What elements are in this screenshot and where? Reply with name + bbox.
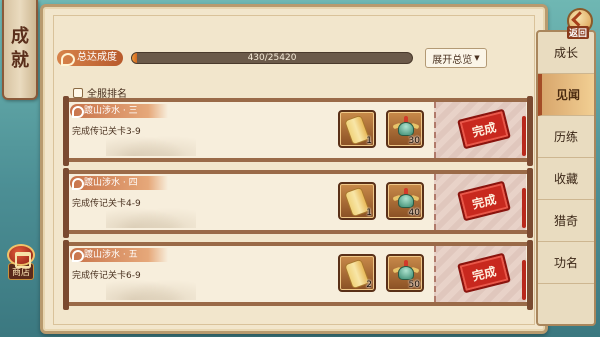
progress-text: 430/25420	[247, 53, 297, 63]
achievement-row: 踱山涉水 · 三 完成传记关卡3-9 1 30 完成	[63, 96, 533, 166]
reward-item-scroll[interactable]: 2	[338, 254, 376, 292]
progress-label: 总达成度	[57, 50, 123, 66]
completion-zone: 完成	[434, 246, 526, 302]
mountain-decoration	[106, 132, 196, 156]
mountain-decoration	[106, 276, 196, 300]
nav-tab-training[interactable]: 历练	[538, 116, 594, 158]
reward-item-helmet[interactable]: 50	[386, 254, 424, 292]
progress-row: 总达成度 430/25420 展开总览 ▼	[57, 45, 527, 71]
completed-stamp: 完成	[457, 252, 511, 294]
nav-tab-merit[interactable]: 功名	[538, 242, 594, 284]
row-title: 踱山涉水 · 三	[70, 104, 168, 118]
row-title: 踱山涉水 · 四	[70, 176, 168, 190]
category-nav: 成长 见闻 历练 收藏 猎奇 功名	[536, 30, 596, 326]
tassel-decoration	[522, 260, 526, 300]
reward-count: 50	[408, 280, 420, 290]
achievement-row: 踱山涉水 · 五 完成传记关卡6-9 2 50 完成	[63, 240, 533, 310]
reward-item-helmet[interactable]: 40	[386, 182, 424, 220]
shop-icon	[7, 244, 35, 268]
reward-item-helmet[interactable]: 30	[386, 110, 424, 148]
progress-bar: 430/25420	[131, 52, 413, 64]
nav-tab-collection[interactable]: 收藏	[538, 158, 594, 200]
reward-count: 1	[366, 208, 372, 218]
reward-count: 1	[366, 136, 372, 146]
achievement-row: 踱山涉水 · 四 完成传记关卡4-9 1 40 完成	[63, 168, 533, 238]
mountain-decoration	[106, 204, 196, 228]
tassel-decoration	[522, 116, 526, 156]
nav-tab-experience[interactable]: 见闻	[538, 74, 594, 116]
completed-stamp: 完成	[457, 180, 511, 222]
expand-overview-label: 展开总览	[432, 54, 473, 66]
chevron-down-icon: ▼	[474, 54, 480, 62]
row-title: 踱山涉水 · 五	[70, 248, 168, 262]
reward-count: 40	[408, 208, 420, 218]
completion-zone: 完成	[434, 174, 526, 230]
back-label: 返回	[567, 26, 590, 39]
back-button[interactable]: 返回	[563, 6, 597, 39]
title-char-2: 就	[11, 50, 29, 71]
page-title: 成 就	[2, 0, 38, 100]
completion-zone: 完成	[434, 102, 526, 158]
server-rank-checkbox[interactable]	[73, 87, 83, 98]
tassel-decoration	[522, 188, 526, 228]
reward-count: 30	[408, 136, 420, 146]
reward-item-scroll[interactable]: 1	[338, 182, 376, 220]
reward-item-scroll[interactable]: 1	[338, 110, 376, 148]
shop-button[interactable]: 商店	[4, 244, 38, 280]
title-char-1: 成	[11, 26, 29, 47]
completed-stamp: 完成	[457, 108, 511, 150]
expand-overview-button[interactable]: 展开总览 ▼	[425, 48, 487, 68]
reward-count: 2	[366, 280, 372, 290]
nav-tab-curiosity[interactable]: 猎奇	[538, 200, 594, 242]
